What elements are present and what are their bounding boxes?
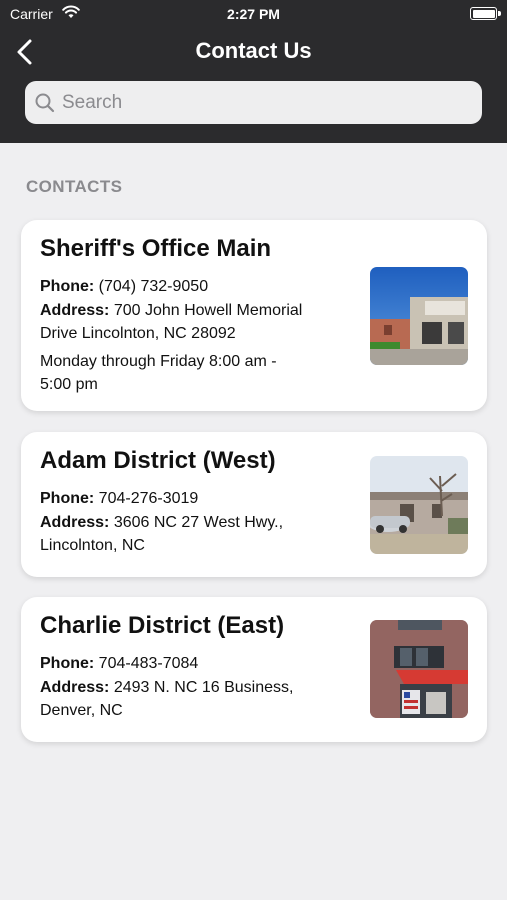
phone-value: (704) 732-9050 xyxy=(98,278,209,295)
battery-icon xyxy=(470,7,497,20)
contact-name: Charlie District (East) xyxy=(40,612,285,639)
address-line1: 700 John Howell Memorial xyxy=(113,302,303,319)
phone-label: Phone: xyxy=(40,655,95,672)
building-photo xyxy=(370,620,468,718)
contact-name: Sheriff's Office Main xyxy=(40,235,272,262)
status-time: 2:27 PM xyxy=(227,6,280,22)
contact-card[interactable]: Adam District (West) Phone: 704-276-3019… xyxy=(21,432,487,577)
contact-name: Adam District (West) xyxy=(40,447,276,474)
page-title: Contact Us xyxy=(195,38,312,63)
hours-line2: 5:00 pm xyxy=(40,376,98,393)
hours-line1: Monday through Friday 8:00 am - xyxy=(40,353,277,370)
search-icon xyxy=(35,93,55,113)
status-bar: Carrier 2:27 PM xyxy=(0,0,507,28)
contact-phone[interactable]: Phone: 704-276-3019 xyxy=(40,487,340,510)
contact-address[interactable]: Address: 3606 NC 27 West Hwy., xyxy=(40,511,340,534)
address-line1: 3606 NC 27 West Hwy., xyxy=(113,514,284,531)
building-photo xyxy=(370,456,468,554)
phone-label: Phone: xyxy=(40,490,95,507)
address-line2: Denver, NC xyxy=(40,702,123,719)
building-photo xyxy=(370,267,468,365)
address-line2: Lincolnton, NC xyxy=(40,537,145,554)
contact-card[interactable]: Sheriff's Office Main Phone: (704) 732-9… xyxy=(21,220,487,411)
battery-nub xyxy=(498,11,501,16)
search-placeholder: Search xyxy=(62,92,123,113)
phone-value: 704-483-7084 xyxy=(98,655,199,672)
contact-phone[interactable]: Phone: 704-483-7084 xyxy=(40,652,340,675)
section-header: CONTACTS xyxy=(26,177,123,196)
address-label: Address: xyxy=(40,302,110,319)
contact-address[interactable]: Address: 700 John Howell Memorial xyxy=(40,299,340,322)
address-label: Address: xyxy=(40,514,110,531)
address-label: Address: xyxy=(40,679,110,696)
contact-card[interactable]: Charlie District (East) Phone: 704-483-7… xyxy=(21,597,487,742)
address-line2: Drive Lincolnton, NC 28092 xyxy=(40,325,236,342)
contact-address[interactable]: Address: 2493 N. NC 16 Business, xyxy=(40,676,340,699)
phone-label: Phone: xyxy=(40,278,95,295)
search-input[interactable]: Search xyxy=(25,81,482,124)
address-line1: 2493 N. NC 16 Business, xyxy=(113,679,294,696)
contact-phone[interactable]: Phone: (704) 732-9050 xyxy=(40,275,340,298)
nav-header: Carrier 2:27 PM Contact Us Search xyxy=(0,0,507,143)
phone-value: 704-276-3019 xyxy=(98,490,199,507)
